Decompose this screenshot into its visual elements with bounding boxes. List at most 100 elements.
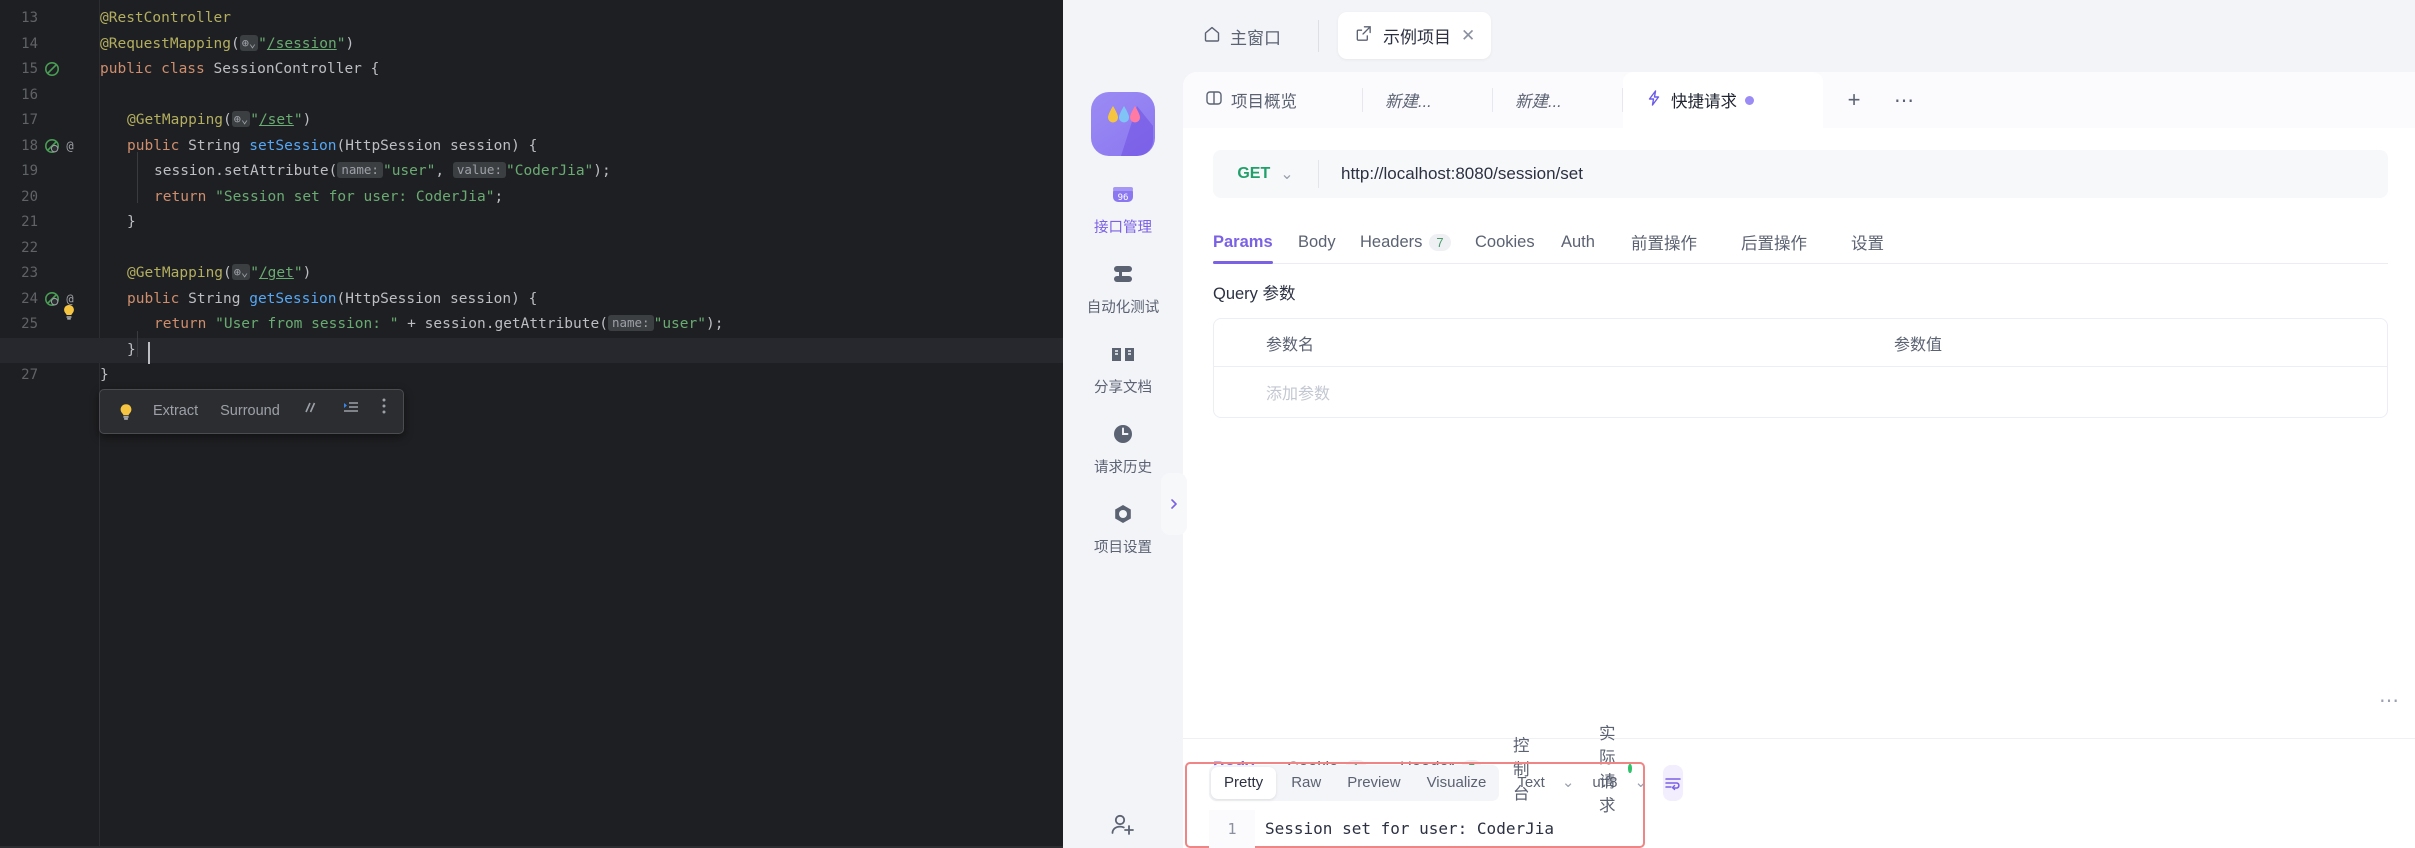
content-type-select[interactable]: Text	[1499, 765, 1558, 801]
code-line[interactable]: @RequestMapping(⊕⌄ "/session")	[100, 32, 354, 58]
home-window-label: 主窗口	[1230, 29, 1281, 48]
url-string-literal: "/session"	[258, 35, 346, 52]
tab-settings[interactable]: 设置	[1851, 220, 1884, 264]
code-line[interactable]: return "User from session: " + session.g…	[100, 312, 723, 338]
home-window-button[interactable]: 主窗口	[1196, 16, 1287, 57]
url-string-literal: "/get"	[250, 265, 303, 281]
gutter-line: 21	[0, 210, 100, 236]
code-line[interactable]: @GetMapping(⊕⌄ "/set")	[100, 108, 311, 134]
format-preview-button[interactable]: Preview	[1334, 765, 1413, 801]
sidebar-item-label: 自动化测试	[1086, 300, 1160, 316]
code-line[interactable]: }	[100, 363, 109, 389]
format-visualize-button[interactable]: Visualize	[1414, 765, 1500, 801]
code-token: ;	[494, 188, 504, 205]
tab-quick-request[interactable]: 快捷请求	[1623, 72, 1823, 128]
request-overflow-dots[interactable]: ⋯	[2379, 688, 2399, 713]
word-wrap-icon[interactable]	[1663, 765, 1684, 801]
lightbulb-icon[interactable]	[116, 402, 136, 422]
code-line[interactable]: }	[100, 210, 136, 236]
code-line[interactable]: @GetMapping(⊕⌄ "/get")	[100, 261, 311, 287]
comment-slashes-icon[interactable]	[291, 390, 331, 433]
code-token: @RequestMapping	[100, 35, 231, 52]
reformat-icon[interactable]	[331, 390, 371, 433]
url-string-literal: "/set"	[250, 112, 303, 128]
indent-guide	[137, 152, 138, 203]
tab-more-button[interactable]: ⋯	[1881, 72, 1927, 128]
tab-new-1[interactable]: 新建...	[1363, 72, 1493, 128]
svg-text:@: @	[66, 139, 73, 153]
annotation-marker-icon[interactable]: @	[62, 138, 80, 156]
code-line[interactable]: session.setAttribute(name: "user", value:…	[100, 159, 611, 185]
collapse-panel-handle[interactable]	[1161, 473, 1187, 535]
sidebar-item-label: 分享文档	[1094, 380, 1152, 396]
add-param-placeholder[interactable]: 添加参数	[1214, 380, 1330, 404]
tab-label: 新建...	[1515, 93, 1562, 111]
add-member-icon[interactable]	[1063, 810, 1183, 840]
spring-bean-icon[interactable]	[44, 61, 62, 79]
tab-params[interactable]: Params	[1213, 220, 1273, 264]
share-doc-icon	[1063, 337, 1183, 371]
tab-auth[interactable]: Auth	[1561, 220, 1595, 264]
chevron-down-icon: ⌄	[1634, 774, 1648, 791]
gutter-line: 18 @	[0, 134, 100, 160]
url-globe-icon: ⊕⌄	[231, 264, 251, 280]
code-line[interactable]: public String getSession(HttpSession ses…	[100, 287, 537, 313]
project-tab[interactable]: 示例项目 ✕	[1338, 12, 1492, 59]
encoding-select[interactable]: utf8	[1578, 765, 1630, 801]
tab-new-2[interactable]: 新建...	[1493, 72, 1623, 128]
code-token: "user"	[382, 163, 436, 179]
sidebar-item-api-manage[interactable]: 96 接口管理	[1063, 177, 1183, 237]
code-token: )	[302, 112, 312, 128]
tab-post-operation[interactable]: 后置操作	[1741, 220, 1807, 264]
intention-actions-popup[interactable]: Extract Surround	[99, 389, 404, 434]
svg-text:96: 96	[1118, 193, 1129, 203]
editor-gutter[interactable]: 131415161718@192021222324@252627	[0, 0, 100, 848]
intention-surround-button[interactable]: Surround	[209, 390, 291, 433]
more-vertical-icon[interactable]	[371, 390, 397, 433]
code-line[interactable]: return "Session set for user: CoderJia";	[100, 185, 503, 211]
code-token: ,	[435, 163, 453, 179]
code-token: + session.getAttribute(	[398, 316, 608, 332]
lightbulb-icon[interactable]	[60, 303, 78, 321]
tab-label: 新建...	[1385, 93, 1432, 111]
tab-label: Body	[1298, 232, 1336, 251]
code-token: {	[528, 290, 538, 307]
url-input[interactable]: http://localhost:8080/session/set	[1319, 164, 2388, 184]
format-pretty-button[interactable]: Pretty	[1211, 767, 1277, 799]
tab-project-overview[interactable]: 项目概览	[1183, 72, 1363, 128]
tab-pre-operation[interactable]: 前置操作	[1631, 220, 1697, 264]
gutter-line: 27	[0, 363, 100, 389]
code-line[interactable]: public String setSession(HttpSession ses…	[100, 134, 537, 160]
format-segmented-control[interactable]: Pretty Raw Preview Visualize	[1209, 765, 1500, 801]
chevron-down-icon: ⌄	[1561, 774, 1575, 791]
gutter-line: 16	[0, 83, 100, 109]
method-select[interactable]: GET ⌄	[1213, 164, 1318, 184]
tab-cookies[interactable]: Cookies	[1475, 220, 1535, 264]
format-raw-button[interactable]: Raw	[1278, 765, 1334, 801]
line-number: 15	[21, 61, 38, 77]
code-line[interactable]: @RestController	[100, 6, 231, 32]
tab-body[interactable]: Body	[1298, 220, 1336, 264]
code-token: (	[223, 265, 232, 281]
close-icon[interactable]: ✕	[1461, 27, 1475, 44]
tab-headers[interactable]: Headers 7	[1360, 220, 1451, 264]
add-tab-button[interactable]: +	[1831, 72, 1877, 128]
tab-label: 后置操作	[1741, 235, 1807, 253]
code-line[interactable]: public class SessionController {	[100, 57, 379, 83]
tab-label: Params	[1213, 232, 1273, 251]
sidebar-item-label: 接口管理	[1094, 220, 1152, 236]
sidebar-item-request-history[interactable]: 请求历史	[1063, 417, 1183, 477]
intention-extract-button[interactable]: Extract	[142, 390, 209, 433]
sidebar-item-share-doc[interactable]: 分享文档	[1063, 337, 1183, 397]
code-token: {	[370, 61, 380, 77]
code-token: {	[528, 137, 538, 154]
code-line[interactable]: }	[0, 337, 1063, 363]
spring-endpoint-icon[interactable]	[44, 138, 62, 156]
code-token: public	[127, 290, 189, 307]
table-row[interactable]: 添加参数	[1214, 367, 2387, 417]
line-number: 20	[21, 188, 38, 205]
line-number: 16	[21, 86, 38, 103]
line-number: 23	[21, 265, 38, 281]
sidebar-item-automation-test[interactable]: 自动化测试	[1063, 257, 1183, 317]
url-globe-icon: ⊕⌄	[239, 34, 259, 51]
